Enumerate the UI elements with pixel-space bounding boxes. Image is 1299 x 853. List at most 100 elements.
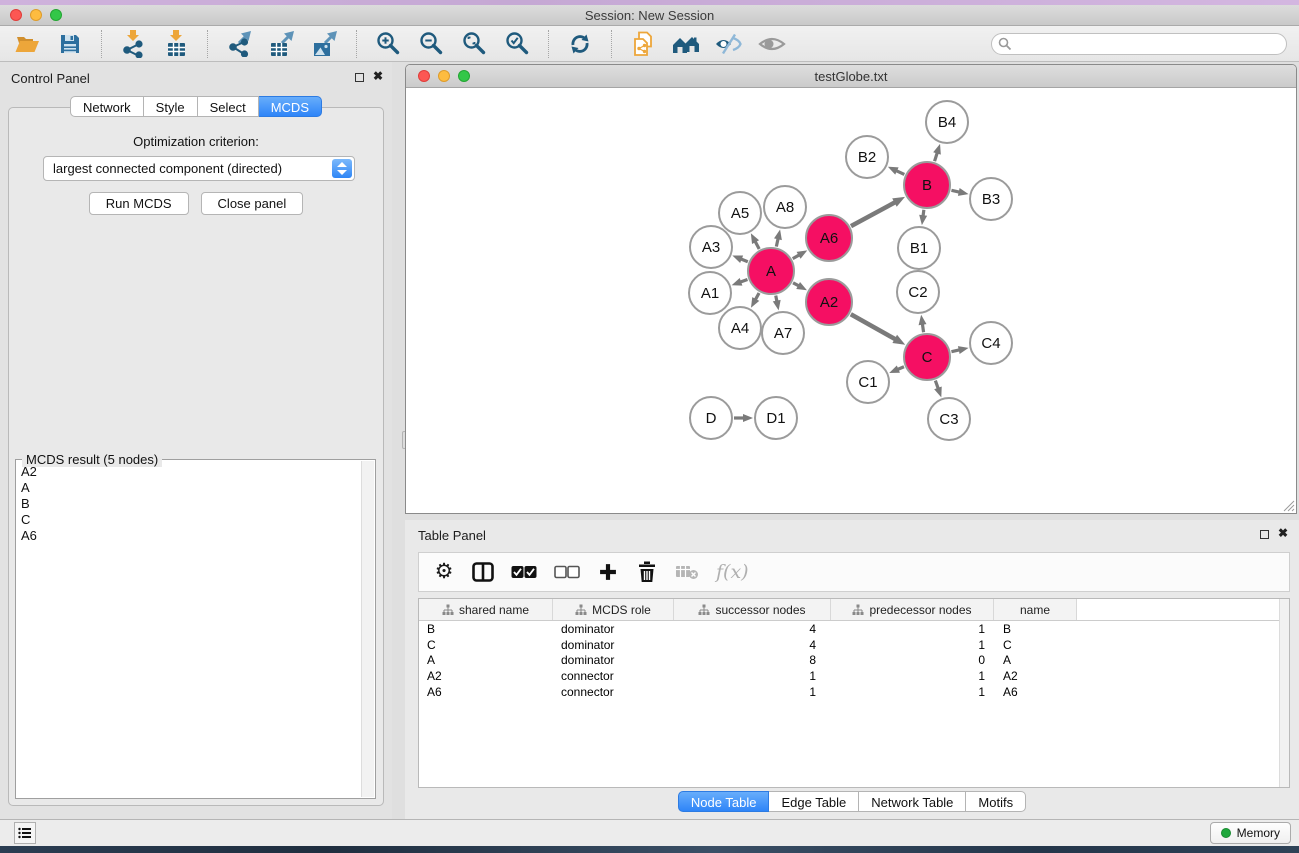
table-cell: 1 [831,622,994,636]
column-header-name[interactable]: name [994,599,1077,620]
import-network-button[interactable] [118,29,148,59]
graph-edge-B-B2[interactable] [896,171,904,175]
export-network-button[interactable] [224,29,254,59]
graph-edge-C-C1[interactable] [897,367,904,370]
control-tab-style[interactable]: Style [144,96,198,117]
zoom-out-button[interactable] [416,29,446,59]
import-table-button[interactable] [161,29,191,59]
graph-edge-A-A1[interactable] [740,279,747,282]
deselect-all-button[interactable] [554,560,580,584]
graph-edge-arrowhead [751,297,759,308]
network-window-titlebar[interactable]: testGlobe.txt [406,65,1296,88]
graph-edge-A-A2[interactable] [793,283,799,286]
resize-grip-icon[interactable] [1283,500,1295,512]
zoom-selected-button[interactable] [502,29,532,59]
table-tab-node-table[interactable]: Node Table [678,791,770,812]
control-tab-network[interactable]: Network [70,96,144,117]
graph-edge-B-B3[interactable] [951,190,959,192]
close-panel-button[interactable]: Close panel [201,192,304,215]
graph-edge-B-B4[interactable] [935,152,938,161]
graph-node-label: D1 [766,410,785,427]
mcds-result-group: MCDS result (5 nodes) A2ABCA6 [15,459,376,799]
graph-edge-C-C4[interactable] [951,350,959,352]
mcds-result-item[interactable]: C [17,512,361,528]
graph-edge-A-A3[interactable] [741,259,748,262]
select-all-button[interactable] [511,560,537,584]
control-tab-select[interactable]: Select [198,96,259,117]
control-tab-mcds[interactable]: MCDS [259,96,322,117]
graph-edge-A-A4[interactable] [755,293,759,300]
table-tab-motifs[interactable]: Motifs [966,791,1026,812]
graph-edge-C-C2[interactable] [922,324,923,333]
add-column-button[interactable] [597,560,619,584]
memory-button[interactable]: Memory [1210,822,1291,844]
show-view-button[interactable] [757,29,787,59]
table-scrollbar[interactable] [1279,599,1289,787]
window-titlebar[interactable]: Session: New Session [0,5,1299,26]
column-header-label: shared name [459,603,529,617]
table-panel-close-icon[interactable]: ✖ [1278,526,1288,540]
close-panel-icon[interactable]: ✖ [373,69,383,83]
graph-edge-A6-B[interactable] [851,202,895,226]
refresh-icon [568,32,592,56]
mcds-result-item[interactable]: B [17,496,361,512]
main-area: Control Panel ✖ NetworkStyleSelectMCDS O… [0,62,1299,820]
table-mode-button[interactable] [472,560,494,584]
table-body: Bdominator41BCdominator41CAdominator80AA… [419,621,1289,699]
zoom-fit-button[interactable] [459,29,489,59]
mcds-result-list: A2ABCA6 [17,464,361,797]
function-builder-button[interactable]: f(x) [716,560,749,584]
delete-column-button[interactable] [636,560,658,584]
graph-node-label: B [922,177,932,194]
table-settings-button[interactable]: ⚙ [433,560,455,584]
column-header-shared-name[interactable]: shared name [419,599,553,620]
mcds-result-item[interactable]: A [17,480,361,496]
search-input[interactable] [991,33,1287,55]
graph-node-label: A5 [731,205,749,222]
criterion-dropdown[interactable]: largest connected component (directed) [43,156,355,181]
column-header-mcds-role[interactable]: MCDS role [553,599,674,620]
open-session-button[interactable] [12,29,42,59]
unchecked-boxes-icon [554,565,580,579]
graph-edge-A-A8[interactable] [776,238,778,246]
birds-eye-view-button[interactable] [671,29,701,59]
zoom-selected-icon [504,31,530,57]
refresh-button[interactable] [565,29,595,59]
network-canvas[interactable]: B4B2BB3A8A5A6A3B1AC2A1A2A4A7C4CC1DD1C3 [407,88,1295,512]
table-row[interactable]: A6connector11A6 [419,684,1289,700]
table-tab-network-table[interactable]: Network Table [859,791,966,812]
float-panel-icon[interactable] [355,73,364,82]
table-row[interactable]: Cdominator41C [419,637,1289,653]
delete-table-button[interactable] [675,560,699,584]
table-row[interactable]: Bdominator41B [419,621,1289,637]
task-history-button[interactable] [14,822,36,844]
homes-icon [672,32,700,56]
mcds-result-item[interactable]: A6 [17,528,361,544]
save-session-button[interactable] [55,29,85,59]
graph-edge-arrowhead [743,414,753,422]
hide-panel-button[interactable] [714,29,744,59]
table-row[interactable]: Adominator80A [419,652,1289,668]
export-image-button[interactable] [310,29,340,59]
column-header-predecessor-nodes[interactable]: predecessor nodes [831,599,994,620]
save-icon [58,32,82,56]
graph-edge-A2-C[interactable] [851,314,896,339]
mcds-result-item[interactable]: A2 [17,464,361,480]
table-tab-edge-table[interactable]: Edge Table [769,791,859,812]
table-cell: 1 [831,638,994,652]
zoom-in-button[interactable] [373,29,403,59]
column-header-successor-nodes[interactable]: successor nodes [674,599,831,620]
table-panel-title: Table Panel [418,528,486,543]
run-mcds-button[interactable]: Run MCDS [89,192,189,215]
graph-node-label: C4 [981,335,1000,352]
graph-edge-arrowhead [958,188,969,196]
graph-edge-C-C3[interactable] [935,381,938,389]
clone-network-button[interactable] [628,29,658,59]
fx-icon: f(x) [716,561,749,583]
table-panel-float-icon[interactable] [1260,530,1269,539]
graph-edge-A-A5[interactable] [755,241,759,249]
graph-edge-A-A6[interactable] [793,255,800,259]
mcds-list-scrollbar[interactable] [361,461,374,797]
table-row[interactable]: A2connector11A2 [419,668,1289,684]
export-table-button[interactable] [267,29,297,59]
